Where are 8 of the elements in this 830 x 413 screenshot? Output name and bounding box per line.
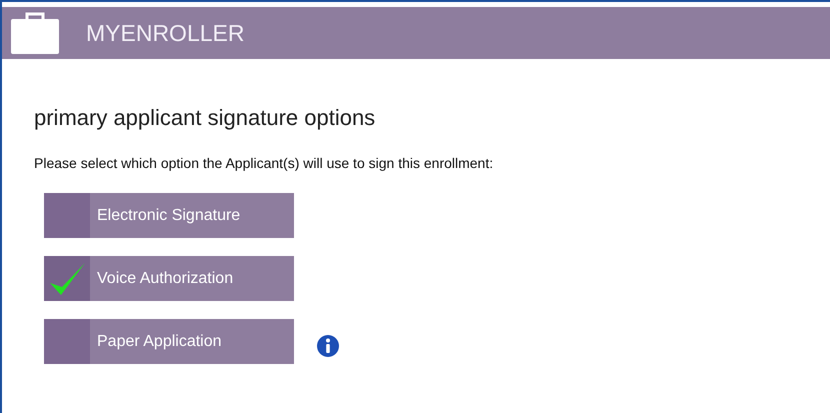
briefcase-icon <box>10 11 60 55</box>
option-button[interactable]: Electronic Signature <box>44 193 294 238</box>
app-title: MYENROLLER <box>86 20 244 46</box>
option-button[interactable]: Paper Application <box>44 319 294 364</box>
info-icon[interactable] <box>316 334 340 358</box>
page-heading: primary applicant signature options <box>34 105 376 131</box>
instruction-text: Please select which option the Applicant(s) will use to sign this enrollment: <box>34 155 494 171</box>
option-button[interactable]: Voice Authorization <box>44 256 294 301</box>
